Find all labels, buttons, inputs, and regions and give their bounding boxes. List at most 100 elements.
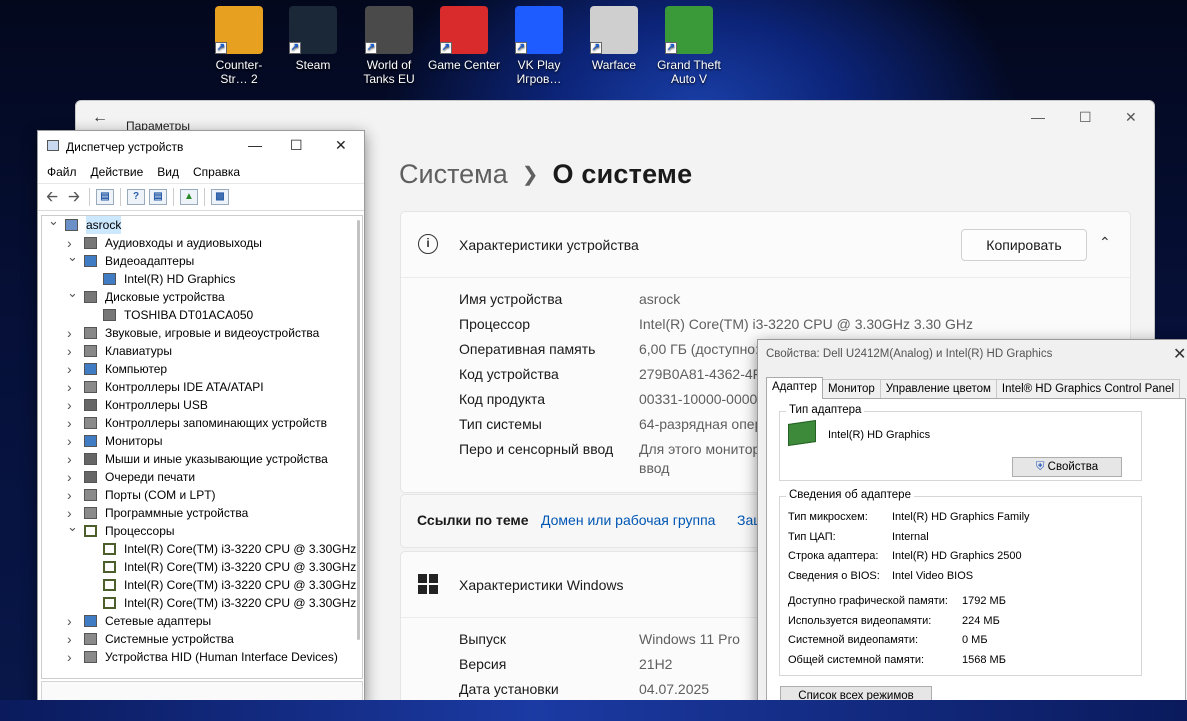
menu-help[interactable]: Справка	[193, 161, 240, 183]
chevron-right-icon[interactable]: ›	[67, 450, 72, 468]
chevron-right-icon[interactable]: ›	[67, 630, 72, 648]
tree-item[interactable]: › Контроллеры IDE ATA/ATAPI	[42, 378, 362, 396]
counter-strike-icon: ↗	[215, 6, 263, 54]
tree-item[interactable]: › Программные устройства	[42, 504, 362, 522]
chevron-right-icon[interactable]: ›	[67, 486, 72, 504]
spec-key: Версия	[459, 656, 507, 672]
tree-item-label: Контроллеры запоминающих устройств	[105, 416, 327, 430]
back-arrow-icon[interactable]: 🡠	[43, 189, 61, 205]
maximize-icon[interactable]: ☐	[1079, 109, 1092, 126]
minimize-icon[interactable]: —	[248, 137, 262, 153]
tab-monitor[interactable]: Монитор	[821, 379, 881, 399]
tree-item[interactable]: › Мониторы	[42, 432, 362, 450]
shortcut-arrow-icon: ↗	[515, 42, 527, 54]
maximize-icon[interactable]: ☐	[290, 137, 303, 154]
chevron-right-icon[interactable]: ›	[67, 396, 72, 414]
tree-item[interactable]: Intel(R) Core(TM) i3-3220 CPU @ 3.30GHz	[42, 594, 362, 612]
tree-item[interactable]: ⌄ Процессоры	[42, 519, 362, 540]
chevron-right-icon[interactable]: ›	[67, 414, 72, 432]
tree-item[interactable]: › Контроллеры запоминающих устройств	[42, 414, 362, 432]
tree-item[interactable]: Intel(R) Core(TM) i3-3220 CPU @ 3.30GHz	[42, 576, 362, 594]
properties-sheet-icon[interactable]: ▤	[96, 189, 114, 205]
device-specs-header[interactable]: i Характеристики устройства Копировать ⌃	[401, 212, 1130, 278]
chevron-right-icon[interactable]: ›	[67, 648, 72, 666]
windows-specs-title: Характеристики Windows	[459, 577, 624, 593]
forward-arrow-icon[interactable]: 🡢	[65, 189, 83, 205]
close-icon[interactable]: ✕	[1173, 344, 1186, 364]
chevron-down-icon[interactable]: ⌄	[67, 248, 78, 266]
tree-item[interactable]: › Очереди печати	[42, 468, 362, 486]
chevron-right-icon[interactable]: ›	[67, 468, 72, 486]
device-manager-icon	[47, 140, 59, 151]
view-details-icon[interactable]: ▤	[149, 189, 167, 205]
tree-item[interactable]: Intel(R) Core(TM) i3-3220 CPU @ 3.30GHz	[42, 558, 362, 576]
tree-item[interactable]: ⌄ Дисковые устройства	[42, 285, 362, 306]
menu-action[interactable]: Действие	[91, 161, 144, 183]
hid-icon	[84, 651, 97, 663]
close-icon[interactable]: ✕	[1125, 109, 1137, 126]
device-specs-title: Характеристики устройства	[459, 237, 639, 253]
tree-item[interactable]: › Клавиатуры	[42, 342, 362, 360]
spec-key	[459, 462, 639, 474]
spec-value: Windows 11 Pro	[639, 631, 740, 647]
tree-item[interactable]: TOSHIBA DT01ACA050	[42, 306, 362, 324]
menu-view[interactable]: Вид	[157, 161, 179, 183]
tree-item[interactable]: › Компьютер	[42, 360, 362, 378]
desktop-shortcut[interactable]: ↗ Steam	[276, 6, 350, 72]
computer-icon	[65, 219, 78, 231]
tree-item-label: Intel(R) HD Graphics	[124, 272, 236, 286]
help-icon[interactable]: ?	[127, 189, 145, 205]
chevron-right-icon[interactable]: ›	[67, 432, 72, 450]
chevron-down-icon[interactable]: ⌄	[67, 518, 78, 536]
breadcrumb-parent[interactable]: Система	[399, 159, 508, 189]
chevron-right-icon[interactable]: ›	[67, 612, 72, 630]
desktop-shortcut[interactable]: ↗ Game Center	[427, 6, 501, 72]
tree-item[interactable]: Intel(R) HD Graphics	[42, 270, 362, 288]
tree-item[interactable]: › Контроллеры USB	[42, 396, 362, 414]
tree-item[interactable]: ⌄ asrock	[42, 216, 362, 234]
toolbar-separator	[89, 188, 90, 206]
desktop-shortcut[interactable]: ↗ World of Tanks EU	[352, 6, 426, 86]
world-of-tanks-icon: ↗	[365, 6, 413, 54]
tree-item[interactable]: › Аудиовходы и аудиовыходы	[42, 234, 362, 252]
desktop-shortcut[interactable]: ↗ Grand Theft Auto V	[652, 6, 726, 86]
tree-item[interactable]: › Сетевые адаптеры	[42, 612, 362, 630]
update-driver-icon[interactable]: ▲	[180, 189, 198, 205]
tree-item[interactable]: › Устройства HID (Human Interface Devices…	[42, 648, 362, 666]
desktop-shortcut[interactable]: ↗ Counter-Str… 2	[202, 6, 276, 86]
desktop-shortcut[interactable]: ↗ Warface	[577, 6, 651, 72]
chevron-right-icon[interactable]: ›	[67, 378, 72, 396]
scan-hardware-icon[interactable]: ▩	[211, 189, 229, 205]
tree-item[interactable]: › Звуковые, игровые и видеоустройства	[42, 324, 362, 342]
domain-workgroup-link[interactable]: Домен или рабочая группа	[541, 512, 715, 528]
adapter-info-key: Тип ЦАП:	[788, 530, 836, 543]
chevron-up-icon[interactable]: ⌃	[1099, 234, 1111, 251]
tab-intel-control-panel[interactable]: Intel® HD Graphics Control Panel	[995, 379, 1181, 399]
tree-item[interactable]: › Системные устройства	[42, 630, 362, 648]
spec-value: Intel(R) Core(TM) i3-3220 CPU @ 3.30GHz …	[639, 316, 973, 332]
tree-item[interactable]: › Мыши и иные указывающие устройства	[42, 450, 362, 468]
chevron-down-icon[interactable]: ⌄	[48, 216, 59, 230]
desktop-shortcut[interactable]: ↗ VK Play Игров…	[502, 6, 576, 86]
adapter-properties-button[interactable]: ⛨ Свойства	[1012, 457, 1122, 477]
tree-item[interactable]: › Порты (COM и LPT)	[42, 486, 362, 504]
back-arrow-icon[interactable]: ←	[92, 109, 108, 127]
tree-item[interactable]: ⌄ Видеоадаптеры	[42, 249, 362, 270]
tree-item[interactable]: Intel(R) Core(TM) i3-3220 CPU @ 3.30GHz	[42, 540, 362, 558]
chevron-down-icon[interactable]: ⌄	[67, 284, 78, 302]
minimize-icon[interactable]: —	[1031, 109, 1045, 125]
gta-v-icon: ↗	[665, 6, 713, 54]
chevron-right-icon[interactable]: ›	[67, 360, 72, 378]
desktop-shortcut-label: Warface	[591, 58, 637, 72]
tree-item-label: Порты (COM и LPT)	[105, 488, 216, 502]
copy-button[interactable]: Копировать	[961, 229, 1087, 261]
tab-adapter[interactable]: Адаптер	[766, 377, 823, 399]
desktop-shortcut-label: Game Center	[427, 58, 501, 72]
chevron-right-icon[interactable]: ›	[67, 342, 72, 360]
chevron-right-icon[interactable]: ›	[67, 324, 72, 342]
tree-item-label: Аудиовходы и аудиовыходы	[105, 236, 262, 250]
close-icon[interactable]: ✕	[335, 137, 347, 154]
tab-color-management[interactable]: Управление цветом	[879, 379, 997, 399]
tree-item-label: TOSHIBA DT01ACA050	[124, 308, 254, 322]
menu-file[interactable]: Файл	[47, 161, 77, 183]
